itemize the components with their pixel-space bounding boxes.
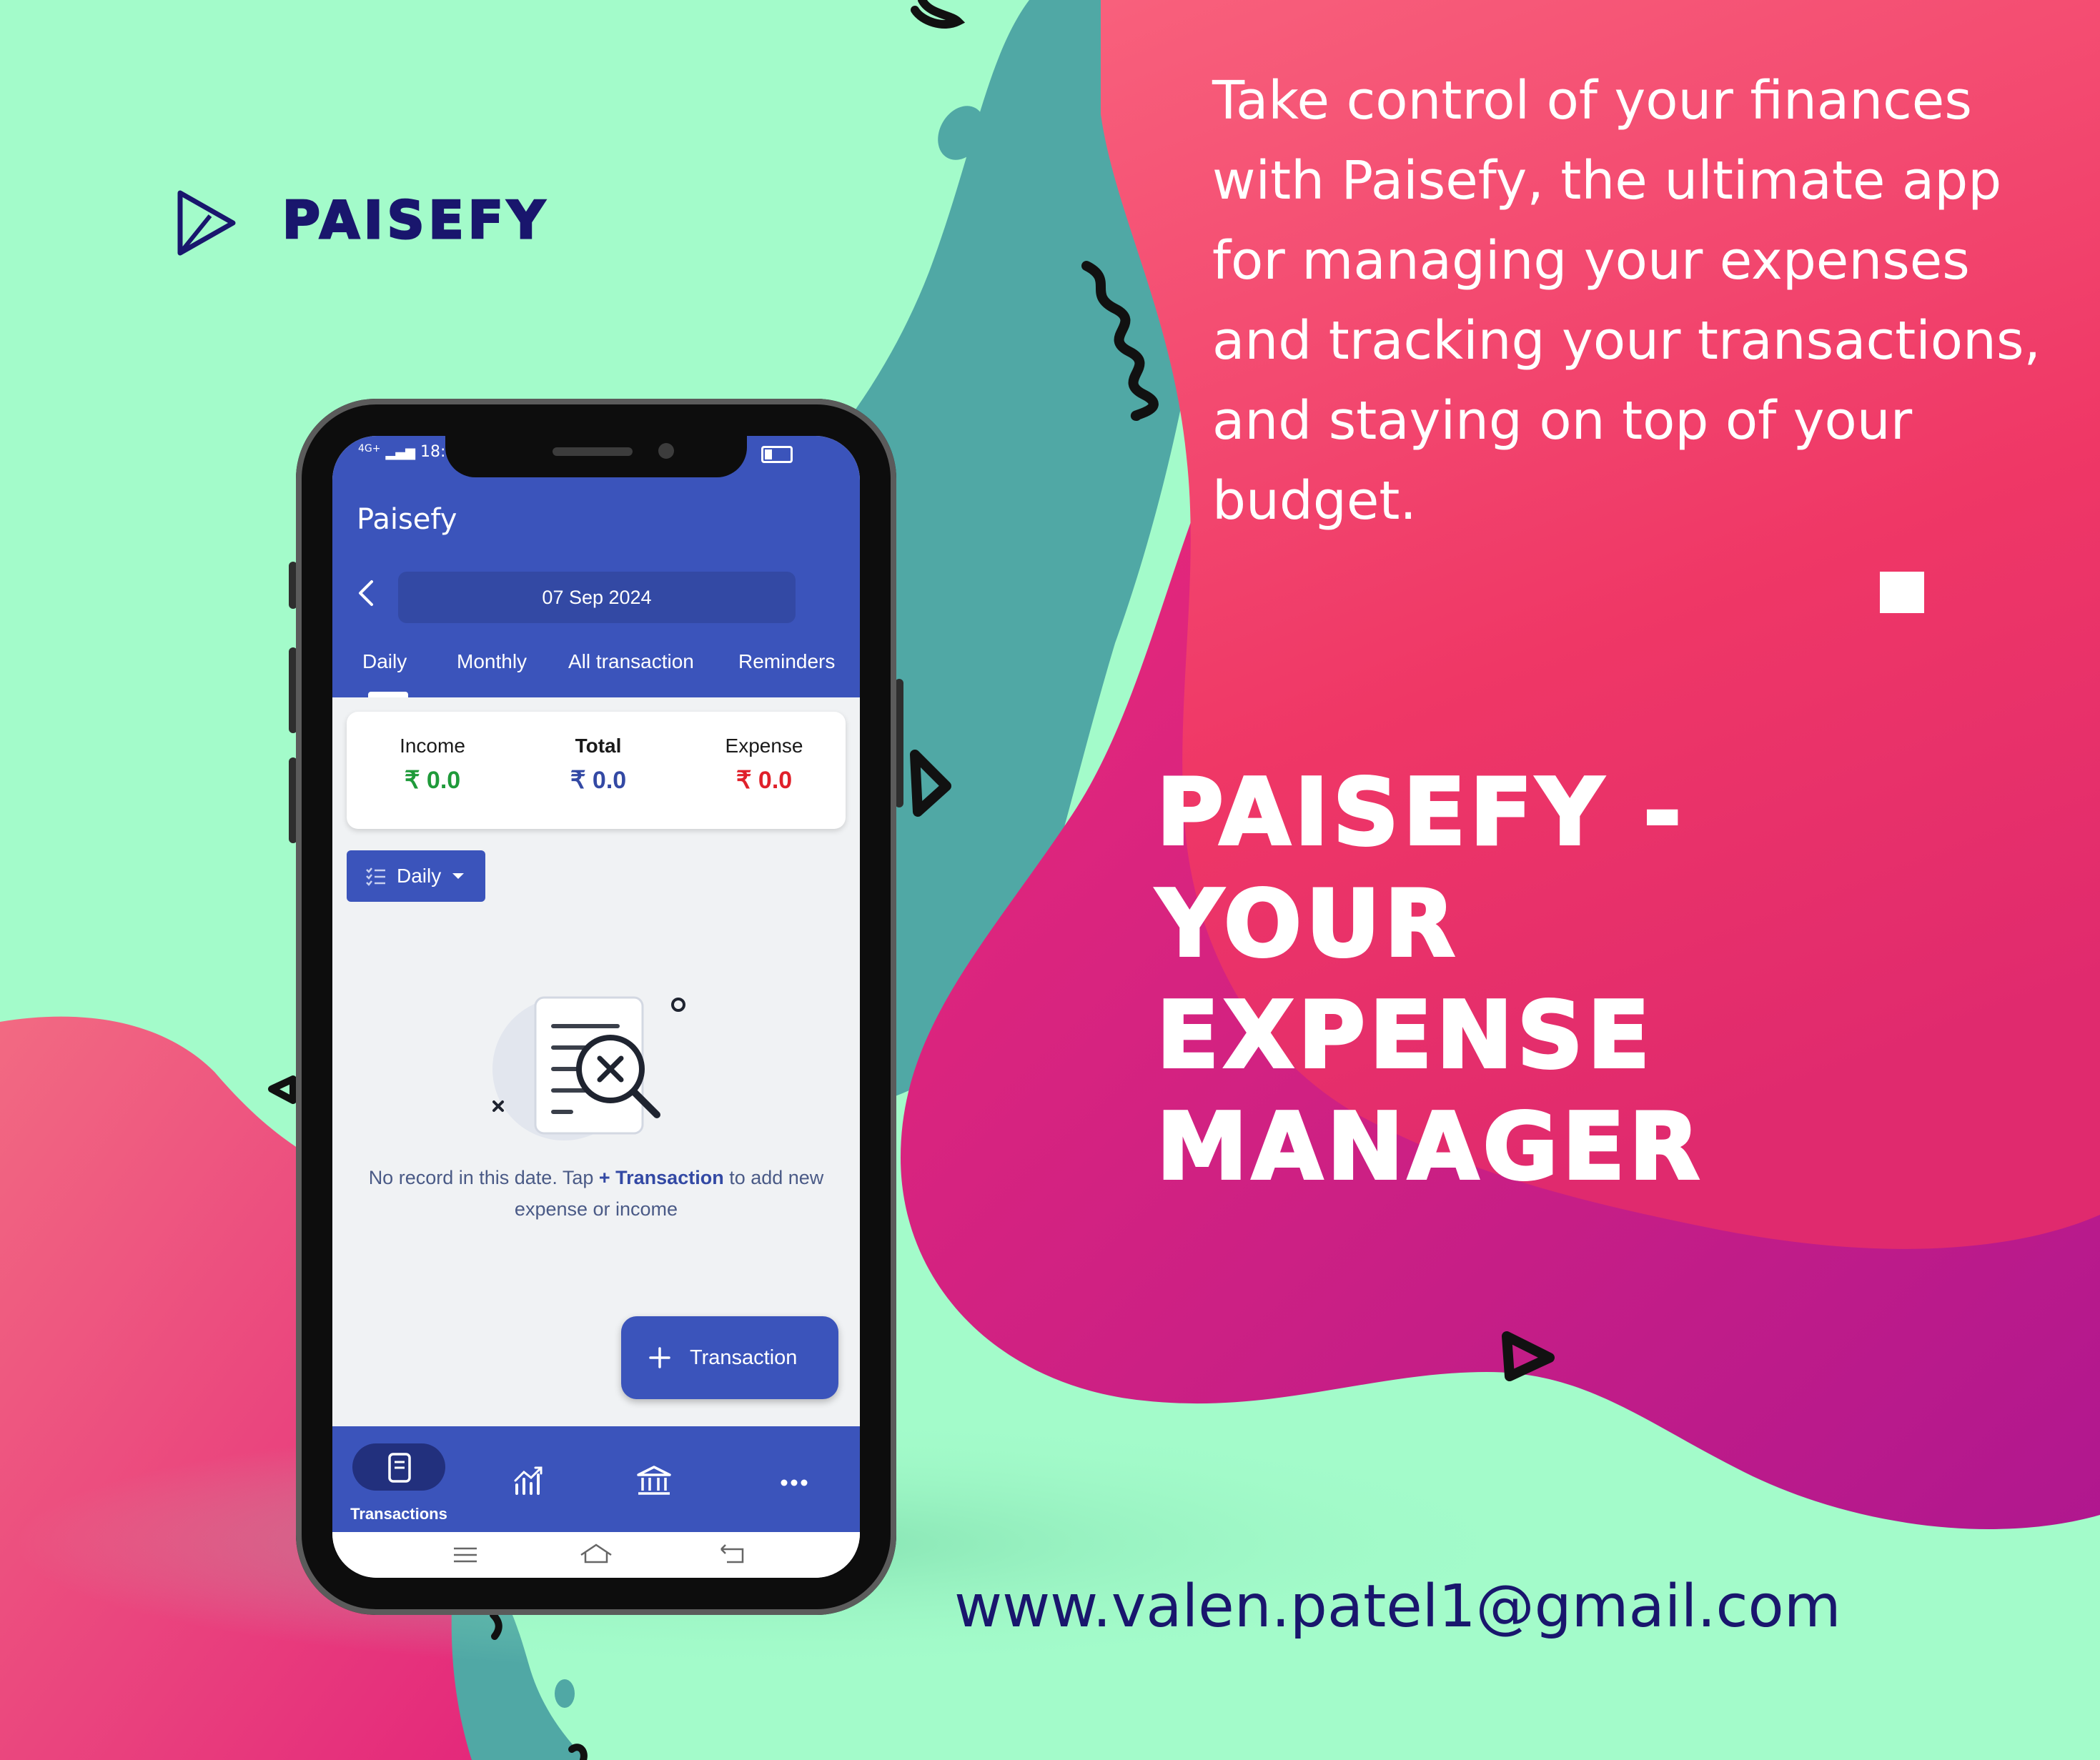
brand-name: PAISEFY xyxy=(281,190,550,250)
headline-line-4: MANAGER xyxy=(1155,1093,1704,1202)
list-check-icon xyxy=(366,867,385,886)
expense-value: ₹ 0.0 xyxy=(736,767,793,794)
plus-icon xyxy=(649,1347,670,1368)
empty-state-prefix: No record in this date. Tap xyxy=(368,1167,599,1188)
headline-line-3: EXPENSE xyxy=(1155,981,1655,1090)
contact-email: www.valen.patel1@gmail.com xyxy=(954,1573,1841,1641)
add-transaction-label: Transaction xyxy=(690,1346,798,1369)
phone-camera xyxy=(658,443,674,459)
tab-reminders[interactable]: Reminders xyxy=(738,650,835,673)
headline-line-1: PAISEFY - xyxy=(1155,758,1686,867)
bank-icon[interactable] xyxy=(635,1465,673,1498)
tab-daily[interactable]: Daily xyxy=(362,650,407,673)
battery-icon xyxy=(761,446,793,463)
back-nav-icon[interactable] xyxy=(718,1543,747,1565)
tab-all-transaction[interactable]: All transaction xyxy=(568,650,694,673)
tab-monthly[interactable]: Monthly xyxy=(457,650,527,673)
empty-search-illustration xyxy=(492,996,685,1140)
phone-speaker xyxy=(553,447,633,456)
total-summary: Total ₹ 0.0 xyxy=(527,735,670,795)
headline: PAISEFY - YOUR EXPENSE MANAGER xyxy=(1155,757,2086,1203)
nav-item-transactions[interactable] xyxy=(352,1443,445,1491)
app-title: Paisefy xyxy=(357,503,457,536)
empty-state-message: No record in this date. Tap + Transactio… xyxy=(361,1162,831,1225)
tagline: Take control of your finances with Paise… xyxy=(1212,70,2041,532)
play-triangle-icon xyxy=(177,190,236,256)
date-selector[interactable]: 07 Sep 2024 xyxy=(398,572,796,623)
expense-summary: Expense ₹ 0.0 xyxy=(693,735,836,795)
signal-icon: ▂▄▆ xyxy=(385,445,416,460)
summary-card: Income ₹ 0.0 Total ₹ 0.0 Expense ₹ 0.0 xyxy=(347,712,846,829)
network-indicator: 4G+ xyxy=(358,443,381,454)
recents-menu-icon[interactable] xyxy=(452,1546,478,1563)
headline-line-2: YOUR xyxy=(1155,870,1460,979)
phone-notch xyxy=(445,434,747,477)
income-summary: Income ₹ 0.0 xyxy=(361,735,504,795)
period-filter-label: Daily xyxy=(397,865,442,887)
expense-label: Expense xyxy=(725,735,803,757)
nav-label-transactions: Transactions xyxy=(350,1505,447,1523)
active-tab-indicator xyxy=(368,692,408,697)
total-value: ₹ 0.0 xyxy=(570,767,627,794)
status-bar-left: 4G+ ▂▄▆ 18:5 xyxy=(358,443,455,461)
phone-screen: 4G+ ▂▄▆ 18:5 Paisefy 07 Sep 2024 Daily M… xyxy=(332,436,860,1578)
add-transaction-button[interactable]: Transaction xyxy=(621,1316,838,1399)
period-filter-dropdown[interactable]: Daily xyxy=(347,850,485,902)
book-icon xyxy=(388,1453,411,1483)
home-icon[interactable] xyxy=(578,1542,614,1565)
chevron-left-icon xyxy=(359,580,373,606)
bottom-navigation: Transactions xyxy=(332,1426,860,1532)
caret-down-icon xyxy=(452,873,465,879)
stats-chart-icon[interactable] xyxy=(512,1465,545,1498)
total-label: Total xyxy=(575,735,622,757)
back-button[interactable] xyxy=(351,577,382,609)
more-icon[interactable] xyxy=(780,1478,808,1488)
decorative-square xyxy=(1880,572,1924,613)
empty-state-link[interactable]: + Transaction xyxy=(599,1167,724,1188)
income-value: ₹ 0.0 xyxy=(404,767,461,794)
income-label: Income xyxy=(400,735,465,757)
system-navigation-bar xyxy=(332,1532,860,1578)
